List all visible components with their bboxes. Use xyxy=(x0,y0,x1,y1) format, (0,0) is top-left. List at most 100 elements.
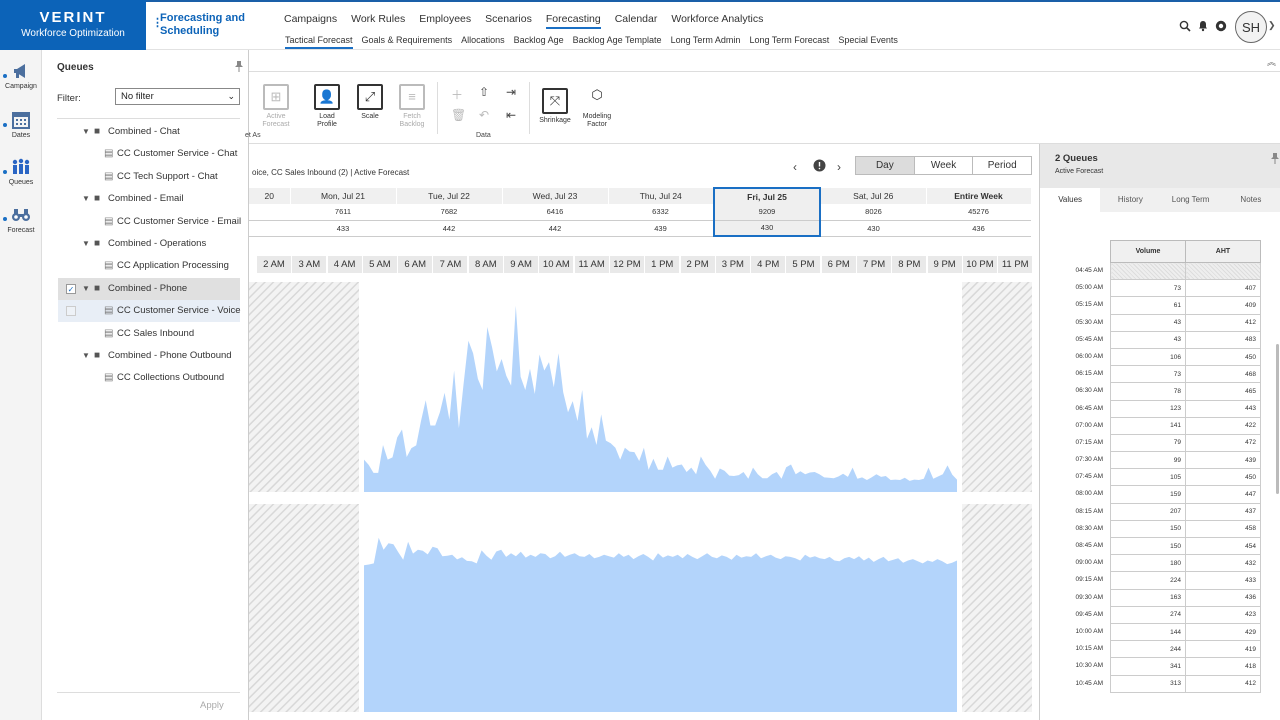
pin-icon[interactable] xyxy=(1270,152,1280,167)
week-volume-cell[interactable]: 6416 xyxy=(502,204,608,221)
aht-cell[interactable]: 454 xyxy=(1185,536,1261,556)
volume-column-header[interactable]: Volume xyxy=(1110,240,1186,263)
details-tab-notes[interactable]: Notes xyxy=(1221,188,1280,212)
volume-cell[interactable]: 123 xyxy=(1110,399,1186,418)
volume-cell[interactable]: 150 xyxy=(1110,519,1186,539)
volume-cell[interactable]: 43 xyxy=(1110,330,1186,349)
queue-tree-item[interactable]: ▤ CC Customer Service - Chat xyxy=(58,143,240,165)
undo-icon[interactable]: ↶ xyxy=(479,108,489,122)
aht-cell[interactable]: 465 xyxy=(1185,382,1261,401)
week-aht-cell[interactable]: 439 xyxy=(608,220,714,237)
week-aht-cell[interactable]: 433 xyxy=(290,220,396,237)
week-volume-cell[interactable]: 9209 xyxy=(713,204,821,221)
week-aht-cell[interactable]: 442 xyxy=(502,220,608,237)
nav-tab-scenarios[interactable]: Scenarios xyxy=(485,13,532,29)
volume-cell[interactable]: 274 xyxy=(1110,605,1186,624)
queue-tree-item[interactable]: ▼ ■ Combined - Phone Outbound xyxy=(58,345,240,367)
queue-tree-item[interactable]: ✓ ▼ ■ Combined - Phone xyxy=(58,277,240,300)
week-volume-cell[interactable]: 7611 xyxy=(290,204,396,221)
volume-cell[interactable]: 73 xyxy=(1110,279,1186,298)
volume-cell[interactable]: 313 xyxy=(1110,674,1186,693)
week-volume-cell[interactable]: 7682 xyxy=(396,204,502,221)
volume-cell[interactable]: 141 xyxy=(1110,416,1186,435)
queue-tree-item[interactable]: ▼ ■ Combined - Operations xyxy=(58,233,240,255)
aht-cell[interactable]: 412 xyxy=(1185,313,1261,332)
aht-column-header[interactable]: AHT xyxy=(1185,240,1261,263)
aht-cell[interactable]: 439 xyxy=(1185,451,1261,470)
week-aht-cell[interactable]: 430 xyxy=(713,220,821,237)
aht-cell[interactable]: 409 xyxy=(1185,296,1261,315)
nav-tab-workforce-analytics[interactable]: Workforce Analytics xyxy=(671,13,763,29)
volume-cell[interactable]: 78 xyxy=(1110,382,1186,401)
aht-cell[interactable]: 433 xyxy=(1185,571,1261,590)
aht-cell[interactable]: 450 xyxy=(1185,347,1261,367)
subnav-tab-backlog-age-template[interactable]: Backlog Age Template xyxy=(573,35,662,49)
subnav-tab-backlog-age[interactable]: Backlog Age xyxy=(514,35,564,49)
week-volume-cell[interactable]: 6332 xyxy=(608,204,714,221)
aht-cell[interactable]: 468 xyxy=(1185,365,1261,384)
volume-cell[interactable]: 207 xyxy=(1110,502,1186,521)
week-aht-cell[interactable]: 442 xyxy=(396,220,502,237)
expand-caret-icon[interactable]: ▼ xyxy=(82,233,90,255)
subnav-tab-tactical-forecast[interactable]: Tactical Forecast xyxy=(285,35,353,49)
load-profile-button[interactable]: 👤 Load Profile xyxy=(312,84,342,129)
pin-icon[interactable] xyxy=(234,60,244,75)
day-column-header[interactable]: Mon, Jul 21 xyxy=(290,188,397,204)
aht-cell[interactable]: 418 xyxy=(1185,657,1261,676)
week-aht-cell[interactable]: 430 xyxy=(820,220,926,237)
view-mode-week[interactable]: Week xyxy=(914,157,974,174)
volume-cell[interactable]: 150 xyxy=(1110,536,1186,556)
day-column-header[interactable]: Tue, Jul 22 xyxy=(396,188,503,204)
shrinkage-button[interactable]: ⤧ Shrinkage xyxy=(537,88,573,125)
volume-cell[interactable]: 43 xyxy=(1110,313,1186,332)
nav-tab-campaigns[interactable]: Campaigns xyxy=(284,13,337,29)
filter-select[interactable]: No filter ⌄ xyxy=(115,88,240,105)
volume-cell[interactable]: 180 xyxy=(1110,554,1186,573)
fetch-backlog-button[interactable]: ≡ Fetch Backlog xyxy=(397,84,427,129)
queue-checkbox[interactable]: ✓ xyxy=(66,283,76,294)
aht-cell[interactable]: 419 xyxy=(1185,640,1261,659)
expand-caret-icon[interactable]: ▼ xyxy=(82,121,90,143)
view-mode-period[interactable]: Period xyxy=(973,157,1032,174)
queue-tree-item[interactable]: ▤ CC Sales Inbound xyxy=(58,323,240,345)
bell-icon[interactable] xyxy=(1196,20,1209,33)
queue-tree-item[interactable]: ▤ CC Tech Support - Chat xyxy=(58,166,240,188)
volume-cell[interactable] xyxy=(1110,261,1186,281)
aht-cell[interactable]: 483 xyxy=(1185,330,1261,349)
subnav-tab-long-term-admin[interactable]: Long Term Admin xyxy=(671,35,741,49)
import-icon[interactable]: ⇤ xyxy=(506,108,516,122)
volume-cell[interactable]: 61 xyxy=(1110,296,1186,315)
nav-tab-work-rules[interactable]: Work Rules xyxy=(351,13,405,29)
aht-cell[interactable]: 423 xyxy=(1185,605,1261,624)
queue-tree-item[interactable]: ▤ CC Customer Service - Voice xyxy=(58,300,241,323)
volume-cell[interactable]: 163 xyxy=(1110,588,1186,607)
day-column-header[interactable]: Fri, Jul 25 xyxy=(713,187,821,204)
verint-logo[interactable]: VERINT Workforce Optimization xyxy=(0,0,146,50)
details-tab-history[interactable]: History xyxy=(1100,188,1160,212)
apply-button[interactable]: Apply xyxy=(200,700,224,711)
details-scrollbar[interactable] xyxy=(1276,344,1279,494)
app-menu-icon[interactable]: ⋮ xyxy=(152,17,163,30)
aht-cell[interactable]: 443 xyxy=(1185,399,1261,418)
queue-tree-item[interactable]: ▼ ■ Combined - Email xyxy=(58,188,240,210)
volume-cell[interactable]: 105 xyxy=(1110,468,1186,487)
volume-cell[interactable]: 99 xyxy=(1110,451,1186,470)
queue-tree-item[interactable]: ▤ CC Customer Service - Email xyxy=(58,211,241,233)
volume-cell[interactable]: 341 xyxy=(1110,657,1186,676)
chevron-left-icon[interactable]: ‹ xyxy=(793,160,797,174)
export-right-icon[interactable]: ⇥ xyxy=(506,85,516,99)
export-icon[interactable]: ⇧ xyxy=(479,85,489,99)
volume-cell[interactable]: 159 xyxy=(1110,485,1186,504)
aht-cell[interactable]: 472 xyxy=(1185,433,1261,453)
collapse-icon[interactable]: ︽ xyxy=(1267,55,1276,68)
aht-cell[interactable]: 437 xyxy=(1185,502,1261,521)
trash-icon[interactable]: 🗑 xyxy=(451,108,466,122)
details-tab-long-term[interactable]: Long Term xyxy=(1161,188,1221,212)
nav-tab-employees[interactable]: Employees xyxy=(419,13,471,29)
subnav-tab-special-events[interactable]: Special Events xyxy=(838,35,898,49)
aht-cell[interactable]: 432 xyxy=(1185,554,1261,573)
expand-caret-icon[interactable]: ▼ xyxy=(82,345,90,367)
help-icon[interactable] xyxy=(1214,20,1227,33)
volume-cell[interactable]: 106 xyxy=(1110,347,1186,367)
aht-cell[interactable]: 447 xyxy=(1185,485,1261,504)
